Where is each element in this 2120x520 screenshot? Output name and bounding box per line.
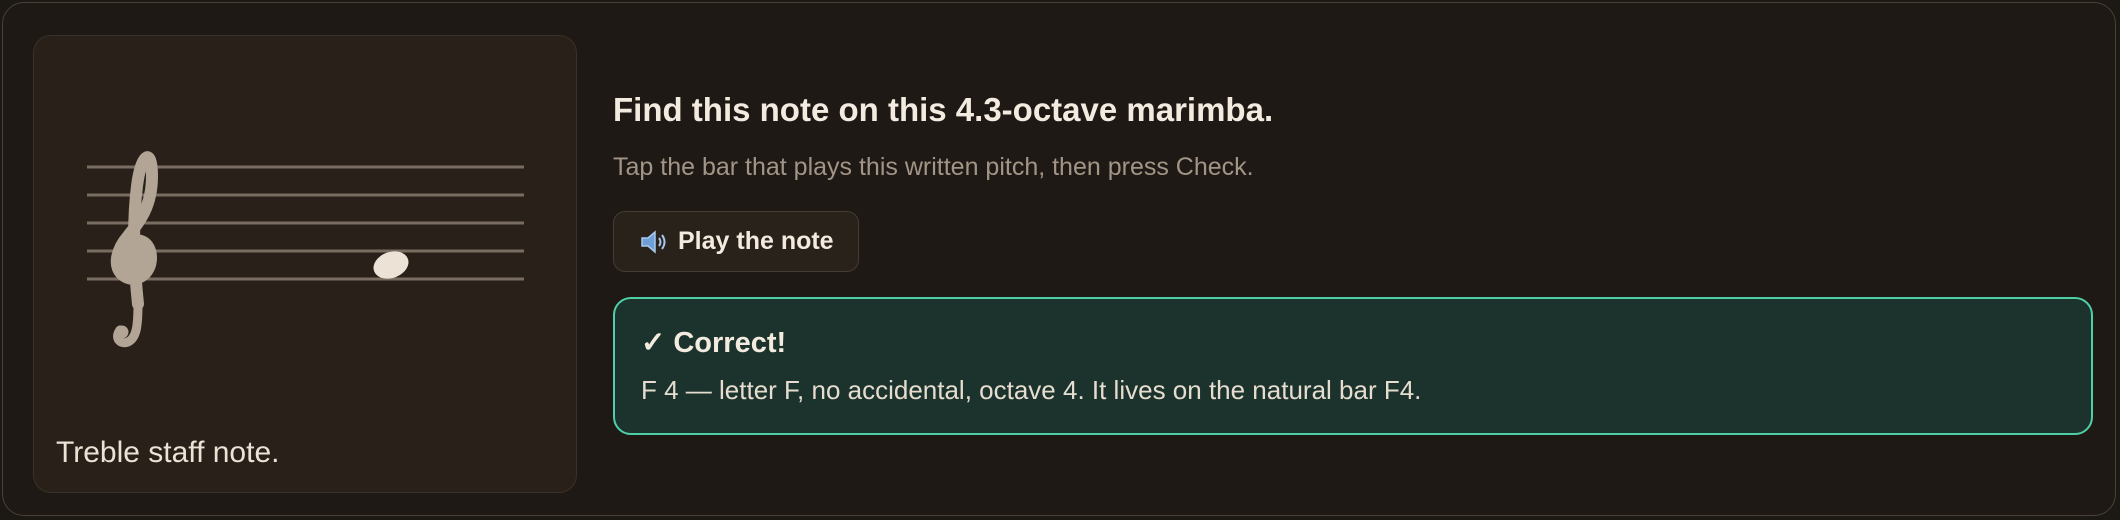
treble-clef-icon [110,151,159,348]
play-note-label: Play the note [678,227,834,255]
treble-staff [87,151,524,348]
play-note-button[interactable]: Play the note [613,211,859,272]
staff-caption: Treble staff note. [56,436,280,469]
feedback-title: ✓ Correct! [641,327,787,359]
staff-card: Treble staff note. [33,35,577,493]
question-title: Find this note on this 4.3-octave marimb… [613,91,1274,128]
app-frame: Treble staff note. Find this note on thi… [2,2,2116,516]
speaker-icon [641,229,666,254]
question-instruction: Tap the bar that plays this written pitc… [613,153,1254,181]
feedback-correct: ✓ Correct! F 4 — letter F, no accidental… [613,297,2093,435]
feedback-message: F 4 — letter F, no accidental, octave 4.… [641,375,1422,405]
